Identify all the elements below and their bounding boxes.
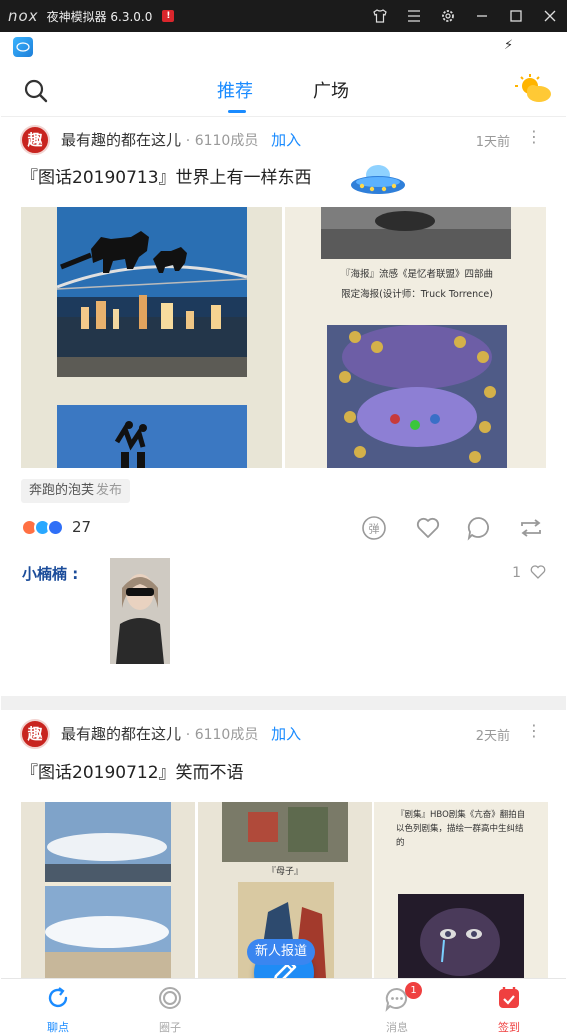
circle-icon [159, 987, 181, 1009]
bottom-nav: 聊点 圈子 消息 签到 [1, 978, 566, 1035]
theme-shirt-icon[interactable] [363, 0, 397, 32]
bottom-tab-label: 聊点 [47, 1021, 69, 1034]
comment-image[interactable] [110, 558, 170, 664]
group-avatar[interactable]: 趣 [20, 125, 50, 155]
bottom-tab-circle[interactable]: 圈子 [135, 979, 205, 1035]
member-count: · 6110成员 [185, 133, 259, 149]
reaction-count: 27 [72, 518, 92, 536]
post-time: 2天前 [475, 729, 510, 744]
bottom-tab-label: 消息 [386, 1021, 408, 1034]
nox-logo: nox [8, 7, 39, 25]
tab-square[interactable]: 广场 [313, 77, 349, 103]
poster-caption: 『海报』流感《是忆者联盟》四部曲 限定海报(设计师：Truck Torrence… [340, 269, 493, 300]
group-title[interactable]: 最有趣的都在这儿 [61, 131, 181, 149]
svg-text:弹: 弹 [369, 522, 380, 536]
post-image[interactable] [21, 802, 195, 978]
author-tag[interactable]: 奔跑的泡芙 发布 [21, 479, 131, 503]
emulator-titlebar: nox 夜神模拟器 6.3.0.0 ! [0, 0, 567, 32]
menu-icon[interactable] [397, 0, 431, 32]
like-heart-icon[interactable] [415, 515, 441, 541]
comment-heart-icon[interactable] [530, 565, 546, 579]
danmaku-icon[interactable]: 弹 [361, 515, 387, 541]
post-title[interactable]: 『图话20190712』笑而不语 [21, 758, 244, 783]
author-name[interactable]: 奔跑的泡芙 [29, 483, 94, 498]
checkin-calendar-icon [499, 987, 519, 1008]
group-title[interactable]: 最有趣的都在这儿 [61, 725, 181, 743]
more-icon[interactable]: ⋮ [526, 127, 542, 146]
close-icon[interactable] [533, 0, 567, 32]
search-icon[interactable] [23, 78, 49, 104]
group-name: 最有趣的都在这儿 · 6110成员 加入 [61, 723, 301, 744]
comment-like-count: 1 [512, 565, 522, 581]
tab-recommend[interactable]: 推荐 [217, 77, 253, 103]
refresh-icon [48, 987, 68, 1008]
comment-like[interactable]: 1 [512, 565, 546, 581]
feed-post[interactable]: 趣 最有趣的都在这儿 · 6110成员 加入 2天前 ⋮ 『图话20190712… [1, 710, 566, 978]
reactions-summary[interactable]: 27 [21, 518, 91, 536]
group-name: 最有趣的都在这儿 · 6110成员 加入 [61, 129, 301, 150]
join-button[interactable]: 加入 [271, 131, 301, 149]
repost-icon[interactable] [518, 515, 544, 541]
more-icon[interactable]: ⋮ [526, 721, 542, 740]
comment-bubble-icon[interactable] [466, 515, 492, 541]
post-image[interactable]: 『海报』流感《是忆者联盟》四部曲 限定海报(设计师：Truck Torrence… [285, 207, 546, 468]
feed-post[interactable]: 趣 最有趣的都在这儿 · 6110成员 加入 1天前 ⋮ 『图话20190713… [1, 117, 566, 693]
ufo-sticker-icon [349, 161, 407, 201]
repost-reaction-icon [47, 518, 64, 536]
post-image[interactable] [21, 207, 282, 468]
message-badge: 1 [405, 982, 422, 999]
publish-label: 发布 [96, 483, 123, 498]
new-user-report-tooltip[interactable]: 新人报道 [247, 939, 316, 965]
bottom-tab-label: 圈子 [159, 1021, 181, 1034]
group-avatar[interactable]: 趣 [20, 719, 50, 749]
warning-icon[interactable]: ! [162, 10, 175, 22]
settings-gear-icon[interactable] [431, 0, 465, 32]
top-nav: 推荐 广场 [1, 60, 566, 116]
bottom-tab-chat[interactable]: 聊点 [23, 979, 93, 1035]
minimize-icon[interactable] [465, 0, 499, 32]
active-tab-indicator [228, 110, 246, 113]
status-bar: ⚡ [1, 32, 566, 60]
bottom-tab-checkin[interactable]: 签到 [474, 979, 544, 1035]
join-button[interactable]: 加入 [271, 725, 301, 743]
comment-author[interactable]: 小楠楠 : [22, 563, 78, 584]
post-image[interactable]: 『剧集』HBO剧集《亢奋》翻拍自以色列剧集，描绘一群高中生纠结的 [374, 802, 548, 978]
bottom-tab-label: 签到 [498, 1021, 520, 1034]
maximize-icon[interactable] [499, 0, 533, 32]
post-time: 1天前 [475, 135, 510, 150]
charging-icon: ⚡ [504, 38, 514, 53]
window-title: 夜神模拟器 6.3.0.0 [46, 9, 153, 24]
app-notification-icon [13, 37, 33, 57]
post-title[interactable]: 『图话20190713』世界上有一样东西 [21, 163, 312, 188]
weather-sun-cloud-icon[interactable] [514, 74, 554, 106]
image-caption: 『母子』 [266, 867, 303, 877]
member-count: · 6110成员 [185, 727, 259, 743]
post-separator [1, 696, 566, 710]
android-screen: ⚡ 推荐 广场 趣 最有趣的都在这儿 · 6110成员 加入 1天前 ⋮ 『图话… [1, 32, 566, 1035]
